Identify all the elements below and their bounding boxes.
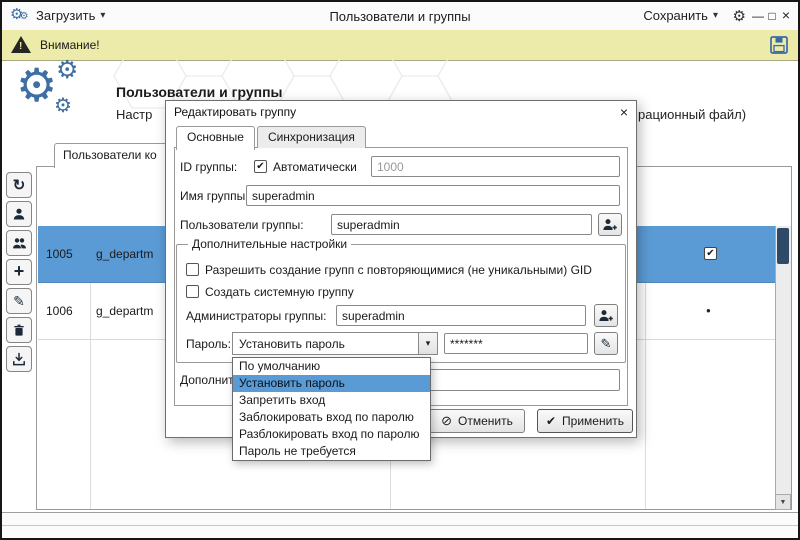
export-button[interactable] (6, 346, 32, 372)
plus-icon: + (14, 261, 25, 282)
page-gear-small-icon: ⚙ (56, 58, 78, 83)
user-button[interactable] (6, 201, 32, 227)
add-group-button[interactable]: + (6, 259, 32, 285)
close-window-button[interactable]: × (780, 8, 792, 22)
password-status-dot-icon: ● (706, 306, 711, 315)
app-window: ⚙⚙ Загрузить ▾ Пользователи и группы Сох… (0, 0, 800, 540)
check-icon: ✔ (706, 249, 714, 259)
status-strip-2 (2, 525, 798, 538)
group-id-input[interactable] (371, 156, 620, 177)
cancel-label: Отменить (458, 414, 513, 428)
tab-sync[interactable]: Синхронизация (257, 126, 366, 148)
group-name-label: Имя группы: (180, 189, 249, 203)
combo-arrow-icon: ▾ (418, 333, 437, 354)
allow-duplicate-gid-label: Разрешить создание групп с повторяющимис… (205, 263, 592, 277)
refresh-icon: ↻ (13, 176, 26, 194)
tab-general[interactable]: Основные (176, 126, 255, 150)
allow-duplicate-gid-checkbox[interactable] (186, 263, 199, 276)
dialog-tabs: ОсновныеСинхронизация (176, 126, 368, 150)
app-logo-gear-icon: ⚙⚙ (10, 7, 28, 22)
add-admins-button[interactable] (594, 304, 618, 327)
password-mode-combobox[interactable]: Установить пароль ▾ (232, 332, 438, 355)
dropdown-item[interactable]: Разблокировать вход по паролю (233, 426, 430, 443)
dropdown-item[interactable]: Заблокировать вход по паролю (233, 409, 430, 426)
pencil-icon: ✎ (601, 336, 612, 352)
row-name: g_departm (96, 304, 153, 318)
system-group-label: Создать системную группу (205, 285, 354, 299)
system-group-checkbox[interactable] (186, 285, 199, 298)
save-menu-button[interactable]: Сохранить ▾ (643, 8, 718, 23)
pencil-icon: ✎ (13, 293, 25, 310)
cancel-icon: ⊘ (441, 413, 452, 429)
minimize-button[interactable]: — (752, 9, 764, 23)
maximize-button[interactable]: □ (766, 9, 778, 23)
password-input[interactable] (444, 333, 588, 354)
table-scrollbar[interactable] (775, 226, 791, 510)
group-icon (12, 236, 27, 250)
check-icon: ✔ (546, 414, 556, 428)
warning-bar: ! Внимание! (2, 30, 798, 61)
user-plus-icon (598, 308, 614, 324)
password-mode-dropdown: По умолчанию Установить пароль Запретить… (232, 357, 431, 461)
edit-password-button[interactable]: ✎ (594, 332, 618, 355)
group-users-input[interactable] (331, 214, 592, 235)
page-gear-tiny-icon: ⚙ (54, 96, 72, 116)
cancel-button[interactable]: ⊘ Отменить (429, 409, 525, 433)
load-menu-button[interactable]: Загрузить ▾ (36, 8, 105, 23)
group-users-label: Пользователи группы: (180, 218, 304, 232)
titlebar: ⚙⚙ Загрузить ▾ Пользователи и группы Сох… (2, 2, 798, 31)
page-subtitle-right: рационный файл) (638, 107, 746, 122)
save-file-icon[interactable] (769, 35, 789, 55)
apply-label: Применить (562, 414, 624, 428)
download-icon (12, 352, 26, 366)
extra-settings-legend: Дополнительные настройки (188, 237, 351, 251)
dialog-close-button[interactable]: × (620, 105, 628, 119)
scroll-down-icon: ▼ (780, 499, 787, 506)
auto-id-label: Автоматически (273, 160, 357, 174)
warning-icon: ! (11, 36, 32, 54)
group-id-label: ID группы: (180, 160, 237, 174)
dropdown-item[interactable]: Пароль не требуется (233, 443, 430, 460)
refresh-button[interactable]: ↻ (6, 172, 32, 198)
dialog-title: Редактировать группу (166, 101, 636, 123)
edit-group-button[interactable]: ✎ (6, 288, 32, 314)
row-gid: 1006 (46, 304, 73, 318)
user-plus-icon (602, 217, 618, 233)
add-users-button[interactable] (598, 213, 622, 236)
auto-id-checkbox[interactable]: ✔ (254, 160, 267, 173)
chevron-down-icon: ▾ (100, 10, 105, 21)
password-status-checkbox[interactable]: ✔ (704, 247, 717, 260)
scrollbar-thumb[interactable] (777, 228, 789, 264)
load-label: Загрузить (36, 8, 95, 23)
page-subtitle-left: Настр (116, 107, 152, 122)
row-name: g_departm (96, 247, 153, 261)
save-label: Сохранить (643, 8, 708, 23)
chevron-down-icon: ▾ (713, 10, 718, 21)
group-button[interactable] (6, 230, 32, 256)
page-title: Пользователи и группы (116, 84, 283, 100)
user-icon (12, 207, 26, 221)
password-mode-value: Установить пароль (233, 337, 418, 351)
delete-group-button[interactable] (6, 317, 32, 343)
warning-text: Внимание! (40, 38, 100, 52)
check-icon: ✔ (256, 162, 264, 172)
group-admins-label: Администраторы группы: (186, 309, 326, 323)
settings-gear-icon[interactable]: ⚙ (733, 7, 746, 25)
group-admins-input[interactable] (336, 305, 586, 326)
dropdown-item[interactable]: Запретить вход (233, 392, 430, 409)
password-label: Пароль: (186, 337, 231, 351)
dropdown-item[interactable]: По умолчанию (233, 358, 430, 375)
dropdown-item-selected[interactable]: Установить пароль (233, 375, 430, 392)
scrollbar-down-button[interactable]: ▼ (775, 494, 791, 510)
row-gid: 1005 (46, 247, 73, 261)
trash-icon (12, 323, 26, 337)
apply-button[interactable]: ✔ Применить (537, 409, 633, 433)
status-strip-1 (2, 512, 798, 526)
group-name-input[interactable] (246, 185, 620, 206)
page-gears-icon: ⚙ (16, 62, 57, 108)
edit-group-dialog: Редактировать группу × ОсновныеСинхрониз… (165, 100, 637, 438)
